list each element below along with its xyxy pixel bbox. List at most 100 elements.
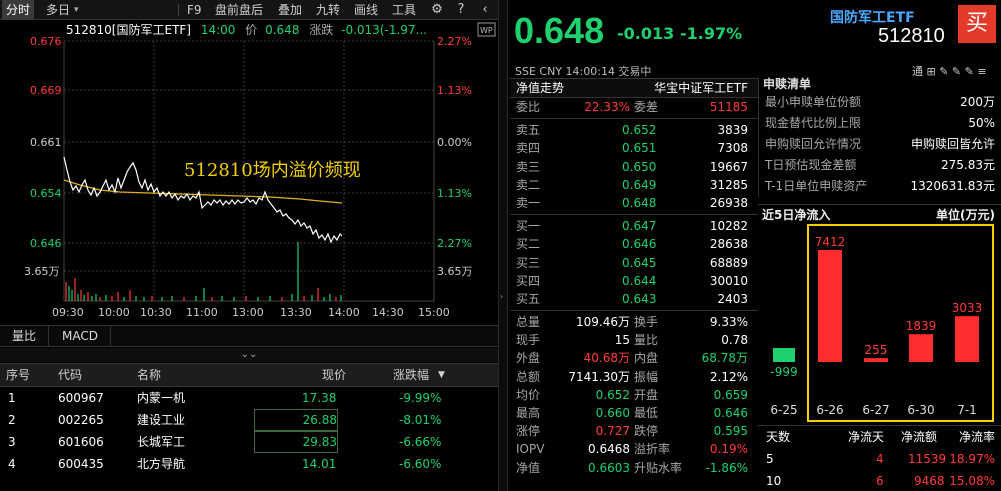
quote-action-icons[interactable]: 通 ⊞ ✎ ✎ ✎ ≡ bbox=[912, 63, 987, 79]
stat-label: 总量 bbox=[516, 315, 541, 330]
row-price: 14.01 bbox=[302, 457, 337, 471]
inflow-bar-6-27[interactable] bbox=[864, 358, 888, 362]
row-price: 26.88 bbox=[254, 409, 338, 431]
table-row[interactable]: 2 002265 建设工业 26.88 -8.01% bbox=[0, 409, 498, 431]
bid-row-3[interactable]: 买三 0.645 68889 bbox=[510, 254, 758, 272]
stat-label: 最高 bbox=[516, 406, 541, 420]
stat-value: 15 bbox=[614, 333, 630, 348]
stats-row: IOPV 0.6468 溢折率 0.19% bbox=[510, 440, 758, 458]
net-inflow-title: 近5日净流入 bbox=[762, 208, 831, 222]
ask-price: 0.649 bbox=[622, 177, 657, 192]
info-row: 申购赎回允许情况 申购赎回皆允许 bbox=[759, 134, 1001, 155]
ask-row-3[interactable]: 卖三 0.650 19667 bbox=[510, 158, 758, 176]
nine-turn-button[interactable]: 九转 bbox=[316, 0, 340, 20]
header-name[interactable]: 名称 bbox=[137, 364, 161, 387]
ask-row-1[interactable]: 卖一 0.648 26938 bbox=[510, 194, 758, 212]
row-net-rate: 15.08% bbox=[949, 474, 995, 488]
x-label-1000: 10:00 bbox=[98, 306, 130, 319]
ask-row-2[interactable]: 卖二 0.649 31285 bbox=[510, 176, 758, 194]
stat-label: 现手 bbox=[516, 333, 541, 348]
indicator-tabs: 量比 MACD bbox=[0, 325, 498, 347]
bid-row-1[interactable]: 买一 0.647 10282 bbox=[510, 217, 758, 235]
nav-header: 净值走势 华宝中证军工ETF bbox=[510, 78, 758, 98]
wp-badge[interactable]: WP bbox=[480, 26, 493, 35]
info-value: 200万 bbox=[960, 95, 995, 109]
row-change: -8.01% bbox=[399, 413, 442, 427]
info-label: T日预估现金差额 bbox=[765, 158, 857, 172]
table-row[interactable]: 4 600435 北方导航 14.01 -6.60% bbox=[0, 453, 498, 475]
bid-row-4[interactable]: 买四 0.644 30010 bbox=[510, 272, 758, 290]
x-label-1400: 14:00 bbox=[328, 306, 360, 319]
row-net-amount: 9468 bbox=[914, 474, 945, 488]
net-inflow-chart[interactable]: -999 6-25 7412 6-26 255 6-27 1839 6-30 3033 7-1 bbox=[758, 222, 1001, 425]
y-label-left-3: 0.654 bbox=[30, 187, 62, 200]
stat-value: 40.68万 bbox=[583, 351, 630, 366]
table-row[interactable]: 3 601606 长城军工 29.83 -6.66% bbox=[0, 431, 498, 453]
inflow-bar-6-26[interactable] bbox=[818, 250, 842, 362]
row-name: 北方导航 bbox=[137, 457, 186, 471]
x-label-0930: 09:30 bbox=[52, 306, 84, 319]
f9-button[interactable]: F9 bbox=[187, 0, 202, 20]
row-no: 3 bbox=[8, 435, 16, 449]
inflow-bar-6-30[interactable] bbox=[909, 334, 933, 362]
ask-row-5[interactable]: 卖五 0.652 3839 bbox=[510, 121, 758, 139]
net-inflow-header: 近5日净流入 单位(万元) bbox=[758, 204, 1001, 222]
stat-label: 净值 bbox=[516, 460, 541, 475]
multi-day-dropdown-icon[interactable]: ▾ bbox=[74, 0, 79, 20]
fund-code: 512810 bbox=[878, 25, 945, 47]
bid-volume: 28638 bbox=[709, 237, 748, 252]
pre-post-market-button[interactable]: 盘前盘后 bbox=[215, 0, 263, 20]
ask-label: 卖二 bbox=[516, 177, 541, 192]
chevron-left-icon[interactable]: ‹ bbox=[476, 1, 494, 19]
overlay-button[interactable]: 叠加 bbox=[278, 0, 302, 20]
tab-multi-day[interactable]: 多日 bbox=[46, 0, 70, 20]
row-price: 17.38 bbox=[302, 391, 337, 405]
stat-value: 2.12% bbox=[709, 369, 748, 384]
tab-volume-ratio[interactable]: 量比 bbox=[0, 326, 50, 347]
nav-trend-tab[interactable]: 净值走势 bbox=[516, 79, 564, 98]
y-label-right-1: 1.13% bbox=[437, 84, 472, 97]
row-net-rate: 18.97% bbox=[949, 452, 995, 466]
weibi-row: 委比 22.33% 委差 51185 bbox=[510, 98, 758, 116]
stat-label: 跌停 bbox=[634, 424, 659, 439]
stat-label: 升贴水率 bbox=[634, 460, 683, 475]
bid-row-5[interactable]: 买五 0.643 2403 bbox=[510, 290, 758, 308]
ask-row-4[interactable]: 卖四 0.651 7308 bbox=[510, 139, 758, 157]
chart-info-line: 512810[国防军工ETF] 14:00 价 0.648 涨跌 -0.013(… bbox=[66, 22, 427, 38]
tab-intraday[interactable]: 分时 bbox=[2, 0, 35, 20]
tab-macd[interactable]: MACD bbox=[50, 326, 111, 347]
row-change: -9.99% bbox=[399, 391, 442, 405]
header-code[interactable]: 代码 bbox=[58, 364, 82, 387]
gear-icon[interactable]: ⚙ bbox=[428, 1, 446, 19]
bid-label: 买五 bbox=[516, 291, 541, 306]
header-no[interactable]: 序号 bbox=[6, 364, 30, 387]
inflow-category-label: 7-1 bbox=[957, 403, 977, 417]
intraday-chart[interactable]: 0.676 0.669 0.661 0.654 0.646 2.27% 1.13… bbox=[0, 20, 498, 325]
table-row[interactable]: 1 600967 内蒙一机 17.38 -9.99% bbox=[0, 387, 498, 409]
fund-name[interactable]: 国防军工ETF bbox=[830, 7, 915, 27]
header-change[interactable]: 涨跌幅 bbox=[393, 364, 429, 387]
panel-splitter[interactable]: › bbox=[498, 0, 508, 491]
row-net-amount: 11539 bbox=[908, 452, 947, 466]
draw-line-button[interactable]: 画线 bbox=[354, 0, 378, 20]
inflow-bar-7-1[interactable] bbox=[955, 316, 979, 362]
help-icon[interactable]: ? bbox=[452, 1, 470, 19]
x-label-1030: 10:30 bbox=[140, 306, 172, 319]
row-net-days: 6 bbox=[876, 474, 884, 488]
tools-button[interactable]: 工具 bbox=[392, 0, 416, 20]
bid-row-2[interactable]: 买二 0.646 28638 bbox=[510, 235, 758, 253]
inflow-bar-6-25[interactable] bbox=[773, 348, 795, 362]
header-price[interactable]: 现价 bbox=[322, 364, 346, 387]
info-row: T-1日单位申赎资产 1320631.83元 bbox=[759, 176, 1001, 197]
stat-value: 0.660 bbox=[595, 406, 630, 420]
collapse-handle[interactable]: ⌄⌄ bbox=[0, 348, 498, 362]
sort-desc-icon[interactable]: ▼ bbox=[438, 364, 445, 387]
chevron-right-icon[interactable]: › bbox=[500, 292, 503, 301]
stat-value: 7141.30万 bbox=[568, 369, 630, 384]
inflow-value-label: 255 bbox=[865, 343, 888, 357]
stat-label: 最低 bbox=[634, 406, 659, 420]
stat-value: 0.652 bbox=[595, 387, 630, 402]
row-net-days: 4 bbox=[876, 452, 884, 466]
bid-price: 0.645 bbox=[622, 255, 657, 270]
buy-button[interactable]: 买 bbox=[958, 5, 996, 43]
